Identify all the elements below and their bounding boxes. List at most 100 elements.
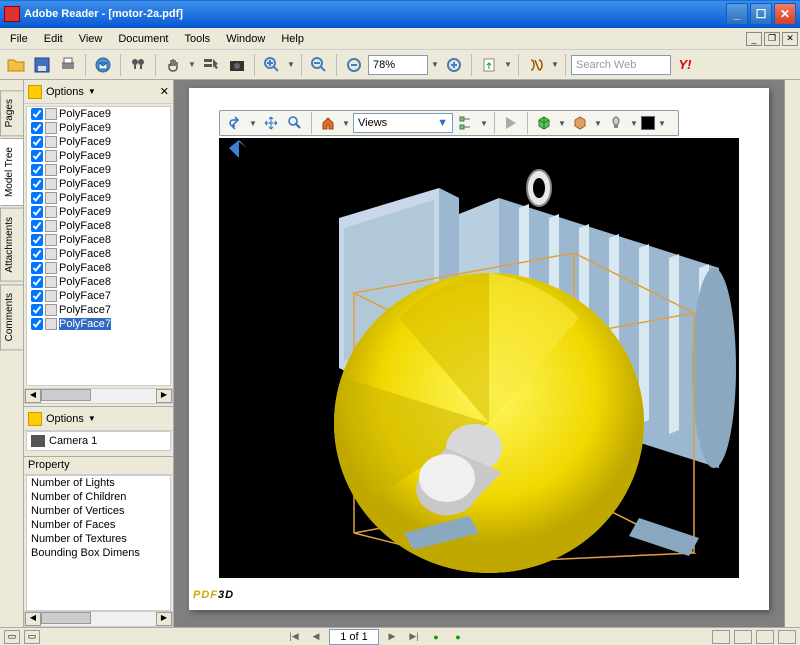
tree-node[interactable]: PolyFace8 <box>27 219 170 233</box>
menu-tools[interactable]: Tools <box>177 31 219 47</box>
export-button[interactable] <box>477 53 501 77</box>
tab-comments[interactable]: Comments <box>0 284 23 350</box>
model-tree-toggle-button[interactable] <box>455 112 477 134</box>
yahoo-search-button[interactable]: Y! <box>673 53 697 77</box>
rotate-dropdown[interactable]: ▼ <box>248 119 258 128</box>
mdi-minimize-button[interactable]: _ <box>746 32 762 46</box>
model-tree-list[interactable]: PolyFace9PolyFace9PolyFace9PolyFace9Poly… <box>26 106 171 386</box>
tab-model-tree[interactable]: Model Tree <box>0 138 23 206</box>
tree-node[interactable]: PolyFace7 <box>27 289 170 303</box>
property-row[interactable]: Bounding Box Dimens <box>27 546 170 560</box>
forward-button[interactable]: ● <box>449 630 467 644</box>
menu-help[interactable]: Help <box>273 31 312 47</box>
last-page-button[interactable]: ▶| <box>405 630 423 644</box>
tree-checkbox[interactable] <box>31 192 43 204</box>
zoom-out-button[interactable] <box>307 53 331 77</box>
3d-viewport[interactable] <box>219 138 739 578</box>
property-row[interactable]: Number of Lights <box>27 476 170 490</box>
export-dropdown[interactable]: ▼ <box>503 60 513 69</box>
page-layout-icon[interactable]: ▭ <box>4 630 20 644</box>
sign-button[interactable] <box>524 53 548 77</box>
zoom-in-dropdown[interactable]: ▼ <box>286 60 296 69</box>
maximize-button[interactable]: ☐ <box>750 3 772 25</box>
save-button[interactable] <box>30 53 54 77</box>
hand-dropdown[interactable]: ▼ <box>187 60 197 69</box>
camera-options-icon[interactable] <box>28 412 42 426</box>
sign-dropdown[interactable]: ▼ <box>550 60 560 69</box>
back-button[interactable]: ● <box>427 630 445 644</box>
tree-node[interactable]: PolyFace9 <box>27 163 170 177</box>
camera-options-menu[interactable]: Options <box>46 413 84 425</box>
tree-node[interactable]: PolyFace9 <box>27 205 170 219</box>
zoom-dropdown[interactable]: ▼ <box>430 60 440 69</box>
mdi-close-button[interactable]: ✕ <box>782 32 798 46</box>
tree-checkbox[interactable] <box>31 150 43 162</box>
search-button[interactable] <box>126 53 150 77</box>
continuous-view[interactable] <box>734 630 752 644</box>
tree-checkbox[interactable] <box>31 178 43 190</box>
close-button[interactable]: ✕ <box>774 3 796 25</box>
tree-checkbox[interactable] <box>31 164 43 176</box>
tree-checkbox[interactable] <box>31 234 43 246</box>
tree-checkbox[interactable] <box>31 318 43 330</box>
render-mode-dropdown[interactable]: ▼ <box>557 119 567 128</box>
property-row[interactable]: Number of Children <box>27 490 170 504</box>
tree-scrollbar[interactable]: ◀ ▶ <box>24 388 173 404</box>
tree-checkbox[interactable] <box>31 276 43 288</box>
model-tree-dropdown[interactable]: ▼ <box>479 119 489 128</box>
tree-node[interactable]: PolyFace9 <box>27 121 170 135</box>
property-row[interactable]: Number of Faces <box>27 518 170 532</box>
tree-checkbox[interactable] <box>31 290 43 302</box>
extra-tool-dropdown[interactable]: ▼ <box>593 119 603 128</box>
prop-scroll-right[interactable]: ▶ <box>156 612 172 626</box>
document-viewport[interactable]: ▼ ▼ Views▼ ▼ ▼ ▼ ▼ ▼ <box>174 80 800 627</box>
lighting-dropdown[interactable]: ▼ <box>629 119 639 128</box>
menu-document[interactable]: Document <box>110 31 176 47</box>
next-page-button[interactable]: ▶ <box>383 630 401 644</box>
tree-node[interactable]: PolyFace9 <box>27 135 170 149</box>
camera-list[interactable]: Camera 1 <box>26 431 171 451</box>
tree-node[interactable]: PolyFace7 <box>27 317 170 331</box>
tab-attachments[interactable]: Attachments <box>0 208 23 282</box>
options-dropdown[interactable]: ▼ <box>88 87 96 96</box>
property-row[interactable]: Number of Textures <box>27 532 170 546</box>
tree-node[interactable]: PolyFace8 <box>27 233 170 247</box>
rotate-button[interactable] <box>224 112 246 134</box>
tree-checkbox[interactable] <box>31 108 43 120</box>
properties-scrollbar[interactable]: ◀ ▶ <box>24 611 173 627</box>
camera-options-dropdown[interactable]: ▼ <box>88 414 96 423</box>
render-mode-button[interactable] <box>533 112 555 134</box>
scroll-thumb[interactable] <box>41 389 91 401</box>
menu-edit[interactable]: Edit <box>36 31 71 47</box>
page-vertical-scrollbar[interactable] <box>784 80 800 627</box>
pan-button[interactable] <box>260 112 282 134</box>
email-button[interactable] <box>91 53 115 77</box>
background-color-swatch[interactable] <box>641 116 655 130</box>
print-button[interactable] <box>56 53 80 77</box>
zoom-field[interactable]: 78% <box>368 55 428 75</box>
first-page-button[interactable]: |◀ <box>285 630 303 644</box>
tree-checkbox[interactable] <box>31 220 43 232</box>
scroll-right-button[interactable]: ▶ <box>156 389 172 403</box>
mdi-restore-button[interactable]: ❐ <box>764 32 780 46</box>
page-layout-icon-2[interactable]: ▭ <box>24 630 40 644</box>
tree-checkbox[interactable] <box>31 122 43 134</box>
play-button[interactable] <box>500 112 522 134</box>
bgcolor-dropdown[interactable]: ▼ <box>657 119 667 128</box>
lighting-button[interactable] <box>605 112 627 134</box>
continuous-facing-view[interactable] <box>778 630 796 644</box>
tree-node[interactable]: PolyFace9 <box>27 107 170 121</box>
extra-tool-button[interactable] <box>569 112 591 134</box>
options-menu[interactable]: Options <box>46 86 84 98</box>
zoom-increase-button[interactable] <box>442 53 466 77</box>
minimize-button[interactable]: _ <box>726 3 748 25</box>
zoom-3d-button[interactable] <box>284 112 306 134</box>
default-view-dropdown[interactable]: ▼ <box>341 119 351 128</box>
tree-checkbox[interactable] <box>31 248 43 260</box>
property-row[interactable]: Number of Vertices <box>27 504 170 518</box>
menu-window[interactable]: Window <box>218 31 273 47</box>
zoom-in-button[interactable] <box>260 53 284 77</box>
page-indicator[interactable]: 1 of 1 <box>329 629 379 645</box>
tree-checkbox[interactable] <box>31 262 43 274</box>
open-button[interactable] <box>4 53 28 77</box>
